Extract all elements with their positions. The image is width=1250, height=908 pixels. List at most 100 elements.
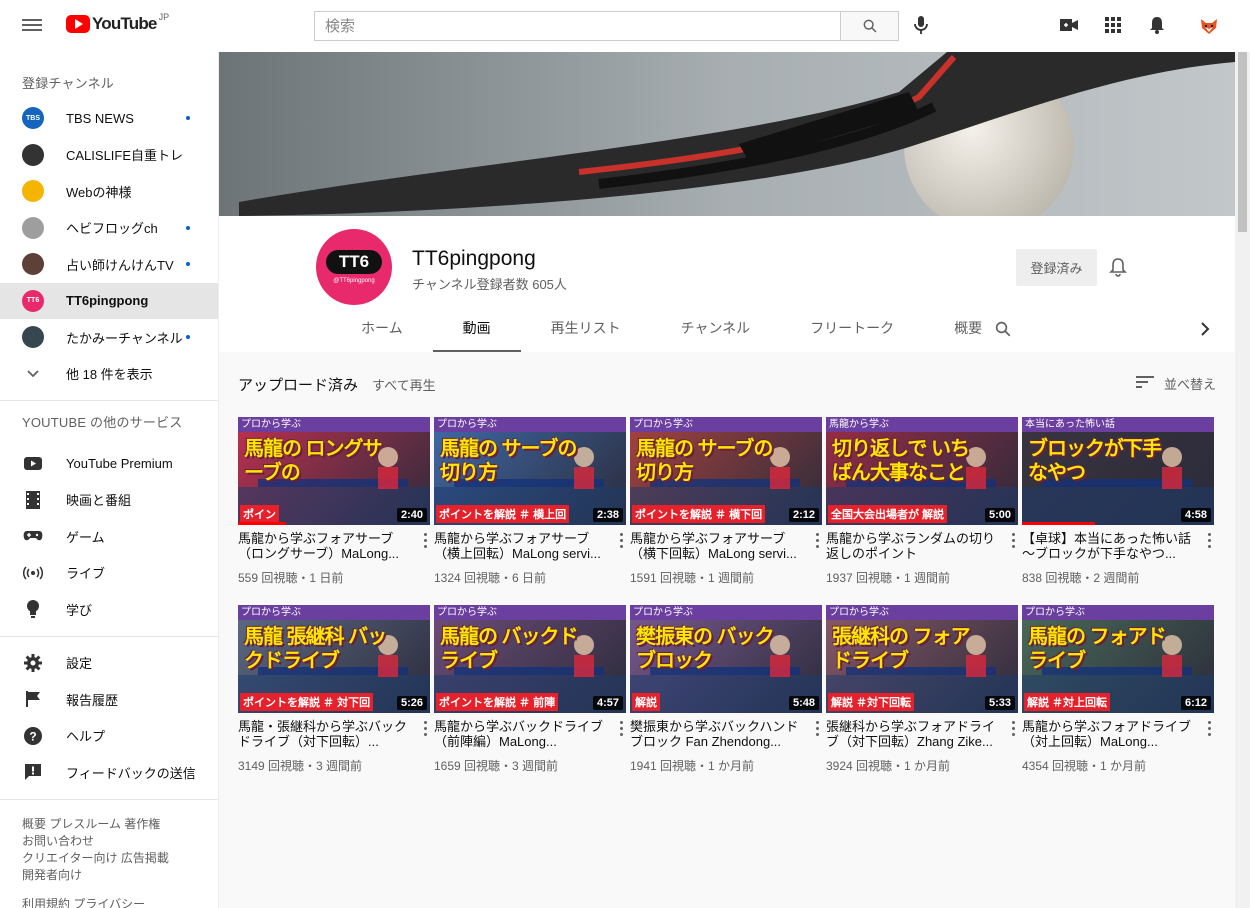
sidebar-channel-item[interactable]: TBS TBS NEWS [0, 100, 218, 137]
sidebar-channel-item[interactable]: たかみーチャンネル [0, 319, 218, 356]
video-thumbnail[interactable]: プロから学ぶ 馬龍の ロングサーブの ポイン 2:40 [238, 417, 430, 525]
more-actions-icon[interactable] [616, 719, 626, 737]
video-thumbnail[interactable]: プロから学ぶ 樊振東の バックブロック 解説 5:48 [630, 605, 822, 713]
footer-links-1[interactable]: 概要 プレスルーム 著作権 [22, 816, 196, 833]
youtube-logo[interactable]: YouTube JP [66, 12, 169, 34]
more-actions-icon[interactable] [616, 531, 626, 549]
apps-button[interactable] [1102, 14, 1124, 36]
video-card[interactable]: プロから学ぶ 馬龍の バックドライブ ポイントを解説 ＃ 前陣 4:57 馬龍から学ぶバ… [434, 605, 626, 774]
notifications-button[interactable] [1146, 14, 1168, 36]
account-avatar[interactable] [1197, 14, 1221, 38]
play-all-link[interactable]: すべて再生 [372, 375, 436, 394]
sidebar-item-learning[interactable]: 学び [0, 591, 218, 628]
sort-button[interactable]: 並べ替え [1135, 374, 1216, 393]
new-content-dot [186, 335, 190, 339]
more-actions-icon[interactable] [1008, 719, 1018, 737]
sidebar-item-report-history[interactable]: 報告履歴 [0, 681, 218, 718]
video-title[interactable]: 馬龍から学ぶフォアサーブ（横上回転）MaLong servi... [434, 531, 610, 561]
video-title[interactable]: 【卓球】本当にあった怖い話～ブロックが下手なやつ... [1022, 531, 1198, 561]
video-title[interactable]: 馬龍・張継科から学ぶバックドライブ（対下回転）... [238, 719, 414, 749]
video-card[interactable]: プロから学ぶ 張継科の フォアドライブ 解説 ＃対下回転 5:33 張継科から学ぶフォア… [826, 605, 1018, 774]
video-card[interactable]: プロから学ぶ 馬龍の サーブの切り方 ポイントを解説 ＃ 横上回 2:38 馬龍から学ぶ… [434, 417, 626, 586]
video-row: プロから学ぶ 馬龍の ロングサーブの ポイン 2:40 馬龍から学ぶフォアサーブ（ロング… [238, 417, 1214, 586]
video-meta: 馬龍から学ぶフォアドライブ（対上回転）MaLong... 4354 回視聴・1 か… [1022, 713, 1214, 774]
more-actions-icon[interactable] [812, 531, 822, 549]
sidebar-item-premium[interactable]: YouTube Premium [0, 445, 218, 482]
sidebar-item-feedback[interactable]: フィードバックの送信 [0, 754, 218, 791]
scrollbar-thumb[interactable] [1238, 52, 1247, 232]
video-thumbnail[interactable]: 馬龍から学ぶ 切り返しで いちばん大事なこと 全国大会出場者が 解説 5:00 [826, 417, 1018, 525]
video-card[interactable]: 本当にあった怖い話 ブロックが下手なやつ 4:58 【卓球】本当にあった怖い話～ブロッ… [1022, 417, 1214, 586]
subscriber-count: チャンネル登録者数 605人 [412, 277, 567, 292]
more-actions-icon[interactable] [1008, 531, 1018, 549]
search-input[interactable] [314, 11, 840, 41]
video-title[interactable]: 馬龍から学ぶランダムの切り返しのポイント [826, 531, 1002, 561]
tab-channels[interactable]: チャンネル [651, 314, 781, 352]
sidebar-channel-item[interactable]: ヘビフロッグch [0, 210, 218, 247]
logo-text: YouTube [92, 14, 157, 33]
menu-icon[interactable] [22, 16, 42, 34]
sidebar-item-settings[interactable]: 設定 [0, 645, 218, 682]
video-thumbnail[interactable]: プロから学ぶ 馬龍の バックドライブ ポイントを解説 ＃ 前陣 4:57 [434, 605, 626, 713]
video-card[interactable]: プロから学ぶ 樊振東の バックブロック 解説 5:48 樊振東から学ぶバックハンドブロッ… [630, 605, 822, 774]
more-actions-icon[interactable] [420, 719, 430, 737]
tab-home[interactable]: ホーム [331, 314, 433, 352]
sort-icon [1135, 376, 1154, 391]
video-card[interactable]: プロから学ぶ 馬龍の サーブの切り方 ポイントを解説 ＃ 横下回 2:12 馬龍から学ぶ… [630, 417, 822, 586]
video-thumbnail[interactable]: プロから学ぶ 馬龍の フォアドライブ 解説 ＃対上回転 6:12 [1022, 605, 1214, 713]
tab-playlists[interactable]: 再生リスト [521, 314, 651, 352]
footer-links-4[interactable]: 開発者向け [22, 867, 196, 884]
more-actions-icon[interactable] [812, 719, 822, 737]
video-card[interactable]: プロから学ぶ 馬龍の ロングサーブの ポイン 2:40 馬龍から学ぶフォアサーブ（ロング… [238, 417, 430, 586]
video-card[interactable]: 馬龍から学ぶ 切り返しで いちばん大事なこと 全国大会出場者が 解説 5:00 馬龍から… [826, 417, 1018, 586]
footer-links-3[interactable]: クリエイター向け 広告掲載 [22, 850, 196, 867]
channel-avatar[interactable]: TT6 @TT6pingpong [316, 229, 392, 305]
sidebar-channel-item[interactable]: CALISLIFE自重トレ [0, 137, 218, 174]
video-thumbnail[interactable]: プロから学ぶ 馬龍の サーブの切り方 ポイントを解説 ＃ 横上回 2:38 [434, 417, 626, 525]
sidebar-item-help[interactable]: ? ヘルプ [0, 718, 218, 755]
video-duration: 5:00 [984, 508, 1015, 522]
sidebar-channel-item[interactable]: TT6 TT6pingpong [0, 282, 218, 319]
video-title[interactable]: 馬龍から学ぶバックドライブ（前陣編）MaLong... [434, 719, 610, 749]
video-card[interactable]: プロから学ぶ 馬龍 張継科 バックドライブ ポイントを解説 ＃ 対下回 5:26 馬龍・… [238, 605, 430, 774]
thumbnail-headline: 馬龍の バックドライブ [440, 626, 579, 672]
sidebar-divider [0, 400, 218, 401]
create-video-button[interactable] [1058, 14, 1080, 36]
video-title[interactable]: 馬龍から学ぶフォアサーブ（ロングサーブ）MaLong... [238, 531, 414, 561]
thumbnail-caption: ポイントを解説 ＃ 対下回 [240, 693, 374, 711]
video-title[interactable]: 馬龍から学ぶフォアドライブ（対上回転）MaLong... [1022, 719, 1198, 749]
tab-videos[interactable]: 動画 [432, 314, 521, 352]
channel-search-button[interactable] [994, 320, 1014, 340]
video-title[interactable]: 樊振東から学ぶバックハンドブロック Fan Zhendong... [630, 719, 806, 749]
sidebar-item-gaming[interactable]: ゲーム [0, 518, 218, 555]
show-more-channels[interactable]: 他 18 件を表示 [0, 356, 218, 393]
video-title[interactable]: 馬龍から学ぶフォアサーブ（横下回転）MaLong servi... [630, 531, 806, 561]
sidebar-item-movies[interactable]: 映画と番組 [0, 482, 218, 519]
tab-discussion[interactable]: フリートーク [780, 314, 924, 352]
channel-bell-button[interactable] [1109, 257, 1129, 279]
video-thumbnail[interactable]: プロから学ぶ 馬龍の サーブの切り方 ポイントを解説 ＃ 横下回 2:12 [630, 417, 822, 525]
thumbnail-band-text: 馬龍から学ぶ [826, 417, 1018, 432]
video-title[interactable]: 張継科から学ぶフォアドライブ（対下回転）Zhang Zike... [826, 719, 1002, 749]
voice-search-button[interactable] [910, 14, 932, 36]
video-thumbnail[interactable]: プロから学ぶ 張継科の フォアドライブ 解説 ＃対下回転 5:33 [826, 605, 1018, 713]
footer-links-5[interactable]: 利用規約 プライバシー [22, 896, 196, 908]
video-meta: 馬龍・張継科から学ぶバックドライブ（対下回転）... 3149 回視聴・3 週間前 [238, 713, 430, 774]
sidebar-channel-item[interactable]: 占い師けんけんTV [0, 246, 218, 283]
sidebar-channel-item[interactable]: Webの神様 [0, 173, 218, 210]
more-actions-icon[interactable] [1204, 531, 1214, 549]
video-card[interactable]: プロから学ぶ 馬龍の フォアドライブ 解説 ＃対上回転 6:12 馬龍から学ぶフォアドラ… [1022, 605, 1214, 774]
help-icon: ? [22, 725, 44, 747]
video-thumbnail[interactable]: プロから学ぶ 馬龍 張継科 バックドライブ ポイントを解説 ＃ 対下回 5:26 [238, 605, 430, 713]
chevron-right-icon [1201, 322, 1210, 336]
video-thumbnail[interactable]: 本当にあった怖い話 ブロックが下手なやつ 4:58 [1022, 417, 1214, 525]
search-button[interactable] [840, 11, 899, 41]
video-stats: 1659 回視聴・3 週間前 [434, 759, 559, 773]
page-scrollbar[interactable] [1235, 52, 1250, 908]
subscribed-button[interactable]: 登録済み [1016, 249, 1097, 286]
tabs-next-button[interactable] [1200, 321, 1216, 339]
more-actions-icon[interactable] [420, 531, 430, 549]
footer-links-2[interactable]: お問い合わせ [22, 833, 196, 850]
more-actions-icon[interactable] [1204, 719, 1214, 737]
sidebar-item-live[interactable]: ライブ [0, 555, 218, 592]
